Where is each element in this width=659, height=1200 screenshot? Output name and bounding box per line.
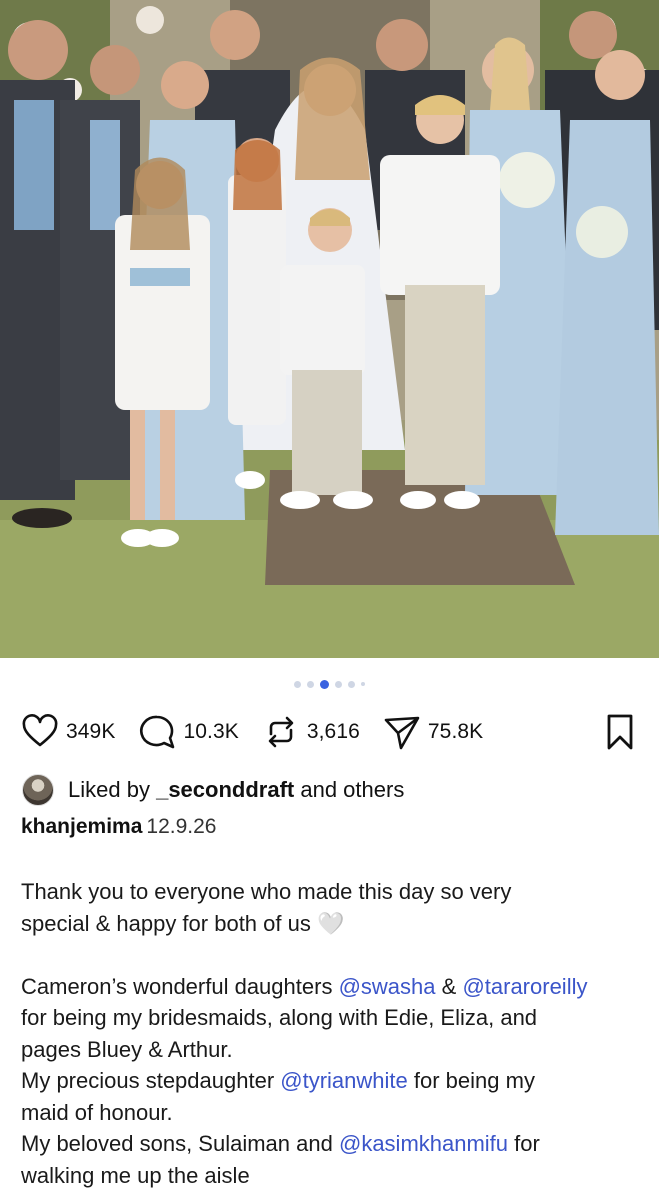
like-action[interactable]: 349K (20, 712, 115, 752)
bookmark-icon[interactable] (600, 712, 640, 752)
comment-count: 10.3K (183, 720, 239, 743)
carousel-dot[interactable] (348, 680, 355, 688)
like-count: 349K (66, 720, 116, 743)
mention-link[interactable]: @tyrianwhite (280, 1068, 408, 1093)
liked-by-suffix[interactable]: and others (300, 777, 404, 803)
repost-count: 3,616 (306, 720, 360, 743)
caption-text: for (514, 1131, 540, 1156)
post-photo[interactable] (0, 0, 659, 658)
caption-line: for being my bridesmaids, along with Edi… (21, 1005, 538, 1030)
caption-paragraph: Cameron’s wonderful daughters @swasha & … (21, 971, 641, 1192)
repost-icon[interactable] (261, 712, 301, 752)
comment-bubble-icon[interactable] (137, 712, 177, 752)
post-date: 12.9.26 (146, 815, 217, 838)
caption-text: My precious stepdaughter (21, 1068, 275, 1093)
caption-line: maid of honour. (21, 1099, 173, 1125)
mention-link[interactable]: @swasha (339, 974, 436, 999)
carousel-dot[interactable] (307, 680, 314, 688)
action-bar: 349K 10.3K 3,616 75.8K (20, 710, 640, 754)
mention-link[interactable]: @tararoreilly (462, 974, 587, 999)
caption-paragraph: Thank you to everyone who made this day … (21, 876, 641, 939)
repost-action[interactable]: 3,616 (261, 712, 360, 752)
author-line: khanjemima 12.9.26 (21, 815, 216, 839)
wedding-group-photo (0, 0, 659, 658)
liker-avatar[interactable] (22, 774, 54, 806)
caption-line: walking me up the aisle (21, 1162, 250, 1188)
caption-text: & (441, 973, 457, 999)
white-heart-emoji: 🤍 (316, 910, 345, 936)
post-caption: Thank you to everyone who made this day … (21, 876, 641, 1191)
carousel-dot-active[interactable] (320, 679, 329, 689)
caption-text: Cameron’s wonderful daughters (21, 973, 333, 999)
liked-by-row[interactable]: Liked by _seconddraft and others (22, 773, 404, 807)
liked-by-user[interactable]: _seconddraft (156, 777, 294, 803)
caption-line: pages Bluey & Arthur. (21, 1036, 233, 1062)
send-icon[interactable] (382, 712, 422, 752)
bookmark-action[interactable] (600, 712, 640, 757)
carousel-dot[interactable] (361, 682, 365, 686)
comment-action[interactable]: 10.3K (137, 712, 239, 752)
carousel-indicator[interactable] (0, 677, 659, 691)
caption-text: My beloved sons, Sulaiman and (21, 1131, 333, 1156)
carousel-dot[interactable] (294, 680, 301, 688)
heart-icon[interactable] (20, 712, 60, 752)
caption-text: for being my (413, 1068, 535, 1093)
author-username[interactable]: khanjemima (21, 815, 142, 838)
caption-line: special & happy for both of us (21, 910, 311, 936)
mention-link[interactable]: @kasimkhanmifu (339, 1131, 508, 1156)
carousel-dot[interactable] (335, 680, 342, 688)
caption-line: Thank you to everyone who made this day … (21, 879, 512, 904)
share-action[interactable]: 75.8K (382, 712, 483, 752)
share-count: 75.8K (427, 720, 484, 743)
liked-by-prefix: Liked by (68, 777, 150, 802)
